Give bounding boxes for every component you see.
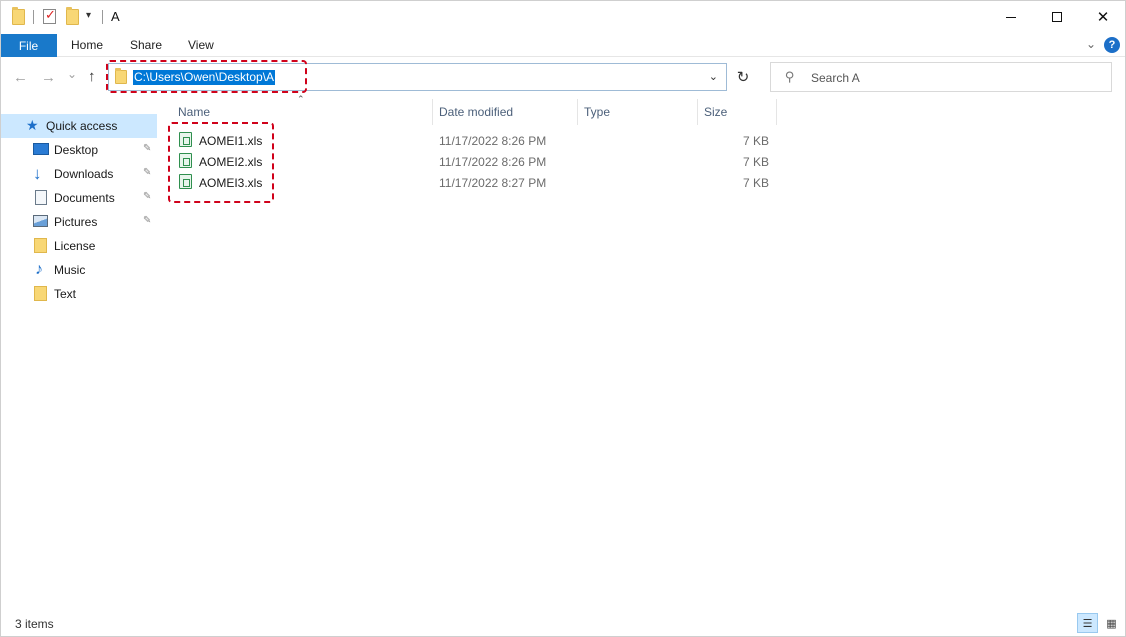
sidebar-item-desktop[interactable]: Desktop ✎	[0, 138, 157, 162]
star-icon: ★	[26, 117, 39, 133]
tab-home[interactable]: Home	[71, 38, 103, 52]
file-name: AOMEI1.xls	[199, 134, 263, 148]
quick-access-toolbar-dropdown[interactable]: ▾	[86, 10, 91, 21]
pin-icon: ✎	[143, 143, 152, 154]
folder-icon	[12, 7, 25, 25]
sidebar-item-label: Downloads	[54, 167, 114, 181]
file-row[interactable]: AOMEI3.xls 11/17/2022 8:27 PM 7 KB	[170, 172, 780, 193]
column-divider[interactable]	[776, 99, 777, 125]
details-view-button[interactable]: ☰	[1077, 613, 1098, 633]
tab-share[interactable]: Share	[130, 38, 162, 52]
properties-icon[interactable]: ✓	[43, 7, 56, 24]
maximize-button[interactable]	[1034, 0, 1080, 34]
sidebar-item-music[interactable]: ♪ Music	[0, 258, 157, 282]
recent-locations-icon[interactable]: ⌄	[67, 67, 77, 81]
up-icon[interactable]: ↑	[88, 68, 96, 85]
ribbon-tabs: File Home Share View ⌄ ?	[0, 34, 1126, 57]
column-divider[interactable]	[432, 99, 433, 125]
column-header-date-modified[interactable]: Date modified	[439, 105, 513, 119]
back-icon[interactable]: ←	[13, 69, 28, 86]
file-date-modified: 11/17/2022 8:27 PM	[439, 176, 547, 190]
sort-ascending-icon: ⌃	[297, 94, 305, 104]
sidebar-item-text[interactable]: Text	[0, 282, 157, 306]
column-header-name[interactable]: Name	[178, 105, 210, 119]
minimize-icon	[1006, 16, 1016, 18]
forward-icon[interactable]: →	[41, 69, 56, 86]
column-divider[interactable]	[697, 99, 698, 125]
expand-ribbon-icon[interactable]: ⌄	[1086, 37, 1096, 51]
file-date-modified: 11/17/2022 8:26 PM	[439, 134, 547, 148]
close-button[interactable]: ✕	[1080, 0, 1126, 34]
column-header-type[interactable]: Type	[584, 105, 610, 119]
search-input[interactable]: ⚲ Search A	[770, 62, 1112, 92]
separator	[33, 10, 34, 24]
close-icon: ✕	[1096, 9, 1110, 26]
minimize-button[interactable]	[988, 0, 1034, 34]
column-divider[interactable]	[577, 99, 578, 125]
sidebar-item-pictures[interactable]: Pictures ✎	[0, 210, 157, 234]
folder-icon	[33, 286, 49, 302]
new-folder-icon[interactable]	[66, 7, 79, 25]
title-bar: ✓ ▾ A ✕	[0, 0, 1126, 34]
sidebar-item-quick-access[interactable]: ★ Quick access	[0, 114, 157, 138]
tab-view[interactable]: View	[188, 38, 214, 52]
refresh-icon[interactable]: ↻	[731, 63, 755, 91]
pin-icon: ✎	[143, 191, 152, 202]
tiles-view-icon: ▦	[1106, 617, 1117, 630]
document-icon	[33, 190, 49, 206]
file-size: 7 KB	[742, 155, 769, 169]
search-icon: ⚲	[785, 69, 795, 84]
excel-file-icon	[179, 132, 192, 147]
tab-file[interactable]: File	[0, 34, 57, 57]
search-placeholder: Search A	[811, 71, 860, 85]
file-date-modified: 11/17/2022 8:26 PM	[439, 155, 547, 169]
address-highlight-annotation	[106, 60, 307, 93]
sidebar-item-license[interactable]: License	[0, 234, 157, 258]
excel-file-icon	[179, 153, 192, 168]
help-icon[interactable]: ?	[1104, 37, 1120, 53]
separator	[102, 10, 103, 24]
pin-icon: ✎	[143, 215, 152, 226]
file-size: 7 KB	[742, 134, 769, 148]
sidebar-item-label: License	[54, 239, 96, 253]
window-title: A	[111, 9, 120, 24]
details-view-icon: ☰	[1082, 617, 1093, 630]
window-border	[0, 0, 1126, 637]
pin-icon: ✎	[143, 167, 152, 178]
item-count: 3 items	[15, 617, 54, 631]
sidebar-item-label: Desktop	[54, 143, 99, 157]
download-icon: ↓	[33, 164, 42, 183]
navigation-pane: ★ Quick access Desktop ✎ ↓ Downloads ✎ D…	[0, 114, 158, 614]
column-header-size[interactable]: Size	[704, 105, 727, 119]
sidebar-item-label: Quick access	[46, 119, 118, 133]
sidebar-item-label: Music	[54, 263, 86, 277]
sidebar-item-label: Pictures	[54, 215, 98, 229]
sidebar-item-downloads[interactable]: ↓ Downloads ✎	[0, 162, 157, 186]
maximize-icon	[1052, 12, 1062, 22]
large-icons-view-button[interactable]: ▦	[1101, 613, 1122, 633]
file-row[interactable]: AOMEI1.xls 11/17/2022 8:26 PM 7 KB	[170, 130, 780, 151]
sidebar-item-label: Text	[54, 287, 77, 301]
music-icon: ♪	[35, 261, 43, 278]
folder-icon	[33, 238, 49, 254]
file-name: AOMEI2.xls	[199, 155, 263, 169]
excel-file-icon	[179, 174, 192, 189]
sidebar-item-documents[interactable]: Documents ✎	[0, 186, 157, 210]
sidebar-item-label: Documents	[54, 191, 115, 205]
file-size: 7 KB	[742, 176, 769, 190]
file-row[interactable]: AOMEI2.xls 11/17/2022 8:26 PM 7 KB	[170, 151, 780, 172]
desktop-icon	[33, 142, 49, 158]
file-name: AOMEI3.xls	[199, 176, 263, 190]
address-dropdown-icon[interactable]: ⌄	[709, 70, 718, 83]
pictures-icon	[33, 214, 49, 230]
